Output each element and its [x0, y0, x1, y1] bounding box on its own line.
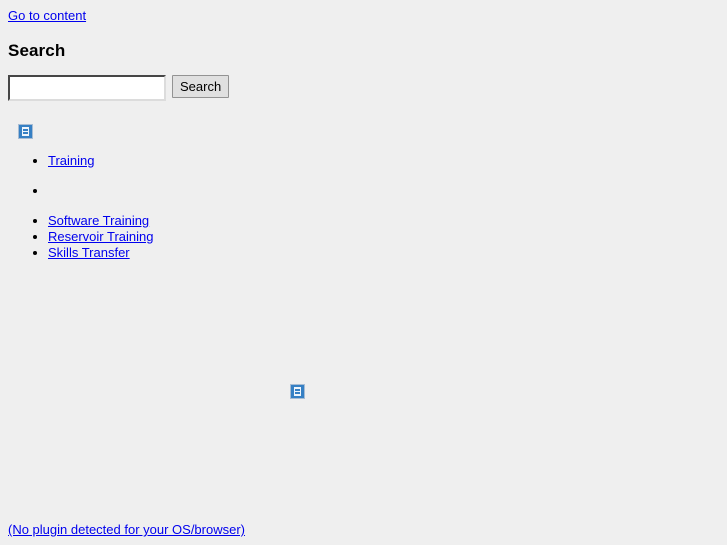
page-title: Search — [8, 41, 66, 60]
search-input[interactable] — [8, 75, 166, 101]
nav-link-skills-transfer[interactable]: Skills Transfer — [48, 245, 130, 260]
list-item — [48, 183, 719, 199]
no-plugin-link[interactable]: (No plugin detected for your OS/browser) — [8, 522, 245, 537]
nav-link-reservoir-training[interactable]: Reservoir Training — [48, 229, 154, 244]
nav-link-software-training[interactable]: Software Training — [48, 213, 149, 228]
list-item: Training — [48, 153, 719, 169]
list-item: Software Training — [48, 213, 719, 229]
broken-image-icon[interactable] — [18, 124, 33, 140]
skip-link-row: Go to content — [8, 8, 719, 24]
list-item: Reservoir Training — [48, 229, 719, 245]
training-nav-list: Training Software Training Reservoir Tra… — [8, 153, 719, 261]
page-container: Go to content Search Search Training Sof… — [0, 0, 727, 269]
search-button[interactable]: Search — [172, 75, 230, 98]
search-form: Search — [8, 75, 719, 101]
center-broken-image-row — [290, 383, 305, 400]
nav-link-training[interactable]: Training — [48, 153, 94, 168]
broken-image-icon[interactable] — [290, 384, 305, 400]
skip-to-content-link[interactable]: Go to content — [8, 8, 86, 23]
top-broken-image-row — [18, 123, 719, 140]
footer-note: (No plugin detected for your OS/browser) — [8, 522, 245, 538]
list-item: Skills Transfer — [48, 245, 719, 261]
